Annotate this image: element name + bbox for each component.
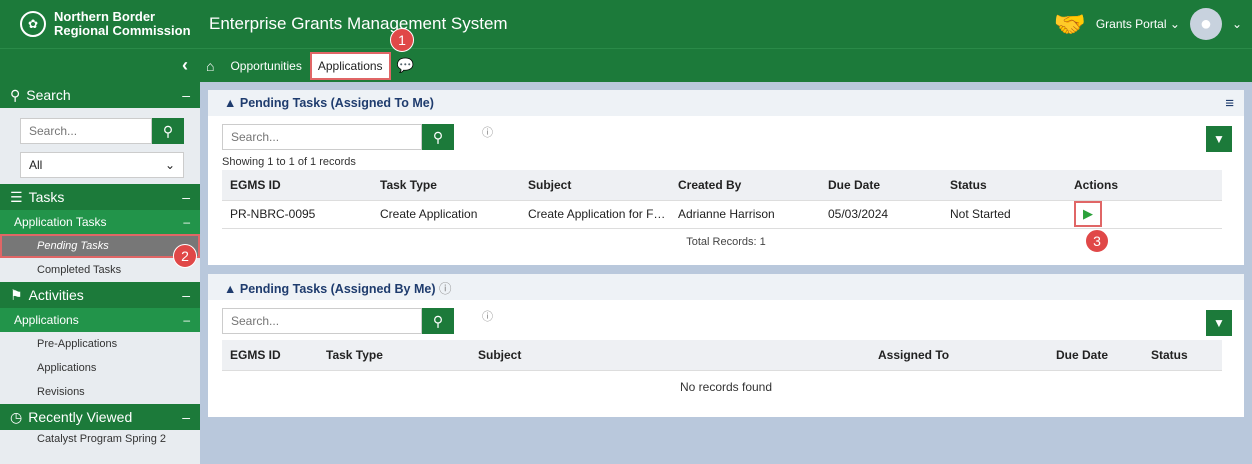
- tasks-list-icon: ☰: [10, 188, 23, 205]
- table-row[interactable]: PR-NBRC-0095 Create Application Create A…: [222, 200, 1222, 229]
- cell-task-type: Create Application: [372, 200, 520, 229]
- column-header[interactable]: Assigned To: [870, 340, 1048, 371]
- sidebar-item-applications[interactable]: Applications: [0, 356, 200, 380]
- annotation-badge-2: 2: [173, 244, 197, 268]
- sidebar-search-input[interactable]: [20, 118, 152, 144]
- sidebar-activities-header[interactable]: ⚑ Activities –: [0, 282, 200, 308]
- top-right: 🤝 Grants Portal ⌄ ● ⌄: [1053, 0, 1242, 48]
- info-icon[interactable]: ⓘ: [439, 282, 452, 296]
- column-header[interactable]: Status: [1143, 340, 1222, 371]
- sidebar-search: ⚲ All ⌄: [0, 108, 200, 184]
- panel2-search-input[interactable]: [222, 308, 422, 334]
- grants-portal-menu[interactable]: Grants Portal ⌄: [1096, 17, 1180, 31]
- table-header-row: EGMS ID Task Type Subject Created By Due…: [222, 170, 1222, 201]
- cell-actions: ▶: [1066, 200, 1222, 229]
- clock-icon: ◷: [10, 408, 23, 425]
- collapse-minus-icon[interactable]: –: [182, 409, 190, 425]
- column-header[interactable]: Created By: [670, 170, 820, 201]
- panel1-search-input[interactable]: [222, 124, 422, 150]
- sidebar-tasks-header[interactable]: ☰ Tasks –: [0, 184, 200, 210]
- home-icon[interactable]: ⌂: [204, 58, 222, 74]
- info-icon[interactable]: ⓘ: [482, 308, 493, 324]
- annotation-badge-1: 1: [390, 28, 414, 52]
- info-icon[interactable]: ⓘ: [482, 124, 493, 140]
- maple-leaf-logo-icon: ✿: [20, 11, 46, 37]
- sidebar-item-pre-applications[interactable]: Pre-Applications: [0, 332, 200, 356]
- table-header-row: EGMS ID Task Type Subject Assigned To Du…: [222, 340, 1222, 371]
- collapse-minus-icon[interactable]: –: [183, 215, 190, 229]
- column-header: Actions: [1066, 170, 1222, 201]
- column-header[interactable]: EGMS ID: [222, 170, 372, 201]
- handshake-icon: 🤝: [1053, 8, 1086, 39]
- tab-opportunities[interactable]: Opportunities: [224, 55, 307, 77]
- search-icon: ⚲: [10, 86, 21, 103]
- panel1-filter-button[interactable]: ▼: [1206, 126, 1232, 152]
- search-icon: ⚲: [432, 128, 444, 145]
- records-count: Showing 1 to 1 of 1 records: [222, 156, 356, 168]
- collapse-minus-icon[interactable]: –: [183, 313, 190, 327]
- cell-created-by: Adrianne Harrison: [670, 200, 820, 229]
- filter-icon: ▼: [1213, 132, 1225, 146]
- chat-bubble-icon[interactable]: 💬: [393, 57, 414, 74]
- sidebar-search-button[interactable]: ⚲: [152, 118, 184, 144]
- column-header[interactable]: Due Date: [1048, 340, 1143, 371]
- filter-icon: ▼: [1213, 316, 1225, 330]
- collapse-sidebar-chevron-left-icon[interactable]: ‹: [0, 55, 196, 76]
- chevron-down-icon: ⌄: [1169, 17, 1180, 31]
- panel-header[interactable]: ▲ Pending Tasks (Assigned By Me) ⓘ: [208, 274, 1244, 300]
- collapse-minus-icon[interactable]: –: [182, 189, 190, 205]
- search-icon: ⚲: [432, 312, 444, 329]
- avatar-chevron-down-icon[interactable]: ⌄: [1232, 17, 1242, 31]
- panel2-filter-button[interactable]: ▼: [1206, 310, 1232, 336]
- sidebar-applications-group[interactable]: Applications –: [0, 308, 200, 332]
- no-records-message: No records found: [679, 379, 773, 394]
- sidebar: ⚲Search – ⚲ All ⌄ ☰Tasks – Application T…: [0, 82, 200, 464]
- cell-status: Not Started: [942, 200, 1066, 229]
- sidebar-item-completed-tasks[interactable]: Completed Tasks: [0, 258, 200, 282]
- nav-tabs: ⌂ Opportunities Applications 💬: [196, 51, 414, 80]
- column-header[interactable]: Due Date: [820, 170, 942, 201]
- tasks-table: EGMS ID Task Type Subject Created By Due…: [222, 170, 1222, 229]
- nav-bar: ‹ ⌂ Opportunities Applications 💬: [0, 48, 1252, 82]
- app-title: Enterprise Grants Management System: [209, 14, 508, 33]
- column-header[interactable]: Task Type: [318, 340, 470, 371]
- collapse-triangle-icon: ▲: [224, 281, 240, 296]
- sidebar-recent-item[interactable]: Catalyst Program Spring 2: [0, 430, 200, 445]
- chevron-down-icon: ⌄: [164, 158, 175, 172]
- cell-egms-id: PR-NBRC-0095: [222, 200, 372, 229]
- collapse-minus-icon[interactable]: –: [182, 87, 190, 103]
- collapse-triangle-icon: ▲: [224, 96, 240, 110]
- play-start-task-icon[interactable]: ▶: [1074, 201, 1102, 227]
- search-icon: ⚲: [162, 122, 174, 139]
- flag-icon: ⚑: [10, 286, 23, 303]
- column-header[interactable]: EGMS ID: [222, 340, 318, 371]
- sidebar-item-pending-tasks[interactable]: Pending Tasks: [0, 234, 200, 258]
- total-records: Total Records: 1: [686, 235, 766, 248]
- hamburger-menu-icon[interactable]: ≡: [1225, 95, 1234, 112]
- panel-header[interactable]: ▲ Pending Tasks (Assigned To Me) ≡: [208, 90, 1244, 116]
- tab-applications[interactable]: Applications: [309, 51, 391, 80]
- org-name: Northern Border Regional Commission: [54, 9, 191, 38]
- annotation-badge-3: 3: [1085, 229, 1109, 253]
- panel1-search-button[interactable]: ⚲: [422, 124, 454, 150]
- cell-subject: Create Application for F…: [520, 200, 670, 229]
- panel-assigned-by-me: ▲ Pending Tasks (Assigned By Me) ⓘ ⚲ ⓘ ▼…: [208, 274, 1244, 417]
- sidebar-search-header[interactable]: ⚲ Search –: [0, 82, 200, 108]
- sidebar-filter-select[interactable]: All ⌄: [20, 152, 184, 178]
- panel2-search-button[interactable]: ⚲: [422, 308, 454, 334]
- sidebar-application-tasks[interactable]: Application Tasks –: [0, 210, 200, 234]
- column-header[interactable]: Subject: [520, 170, 670, 201]
- cell-due-date: 05/03/2024: [820, 200, 942, 229]
- brand[interactable]: ✿ Northern Border Regional Commission: [0, 0, 200, 48]
- top-bar: ✿ Northern Border Regional Commission En…: [0, 0, 1252, 48]
- collapse-minus-icon[interactable]: –: [182, 287, 190, 303]
- column-header[interactable]: Subject: [470, 340, 870, 371]
- tasks-by-me-table: EGMS ID Task Type Subject Assigned To Du…: [222, 340, 1222, 371]
- column-header[interactable]: Task Type: [372, 170, 520, 201]
- sidebar-recent-header[interactable]: ◷ Recently Viewed –: [0, 404, 200, 430]
- column-header[interactable]: Status: [942, 170, 1066, 201]
- sidebar-item-revisions[interactable]: Revisions: [0, 380, 200, 404]
- user-avatar[interactable]: ●: [1189, 8, 1222, 40]
